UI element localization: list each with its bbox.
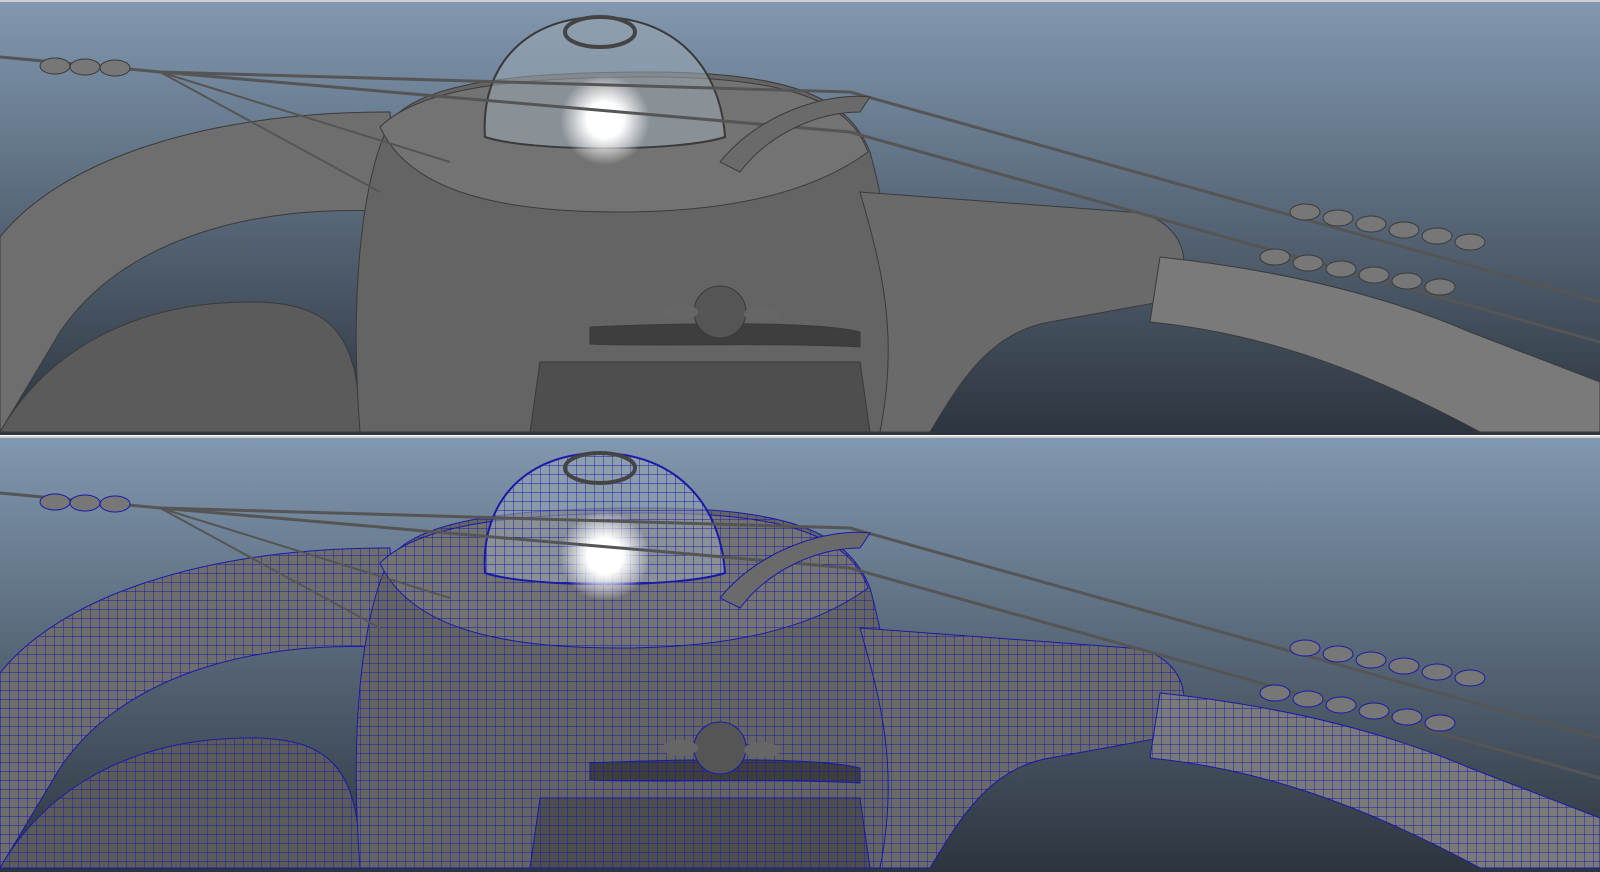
cable-bead — [39, 493, 71, 511]
cable-bead — [1391, 272, 1423, 290]
front-panel — [529, 361, 871, 433]
cable-bead — [1454, 233, 1486, 251]
porthole-sphere — [693, 721, 747, 775]
cable-bead — [1424, 278, 1456, 296]
cable-bead — [99, 59, 131, 77]
cable-bead — [1358, 702, 1390, 720]
cable-bead — [1454, 669, 1486, 687]
viewport-shaded[interactable] — [0, 0, 1600, 435]
cable-bead — [1421, 227, 1453, 245]
porthole-fin-right — [744, 742, 780, 758]
cable-bead — [39, 57, 71, 75]
cable-bead — [1259, 684, 1291, 702]
cable-bead — [1292, 254, 1324, 272]
cable-bead — [1259, 248, 1291, 266]
cable-bead — [1388, 657, 1420, 675]
cable-bead — [1421, 663, 1453, 681]
porthole-fin-right — [744, 306, 780, 322]
cable-bead — [1358, 266, 1390, 284]
cable-bead — [1424, 714, 1456, 732]
cable-bead — [1325, 696, 1357, 714]
cable-bead — [1322, 645, 1354, 663]
dome-highlight — [560, 511, 650, 601]
porthole-fin-left — [662, 740, 698, 756]
cable-bead — [69, 58, 101, 76]
cable-bead — [1289, 639, 1321, 657]
cable-bead — [1355, 651, 1387, 669]
cable-bead — [1292, 690, 1324, 708]
cable-bead — [99, 495, 131, 513]
cable-bead — [1355, 215, 1387, 233]
cable-bead — [69, 494, 101, 512]
cable-bead — [1289, 203, 1321, 221]
cable-bead — [1391, 708, 1423, 726]
viewport-wireframe[interactable] — [0, 436, 1600, 872]
cable-bead — [1325, 260, 1357, 278]
porthole-sphere — [693, 285, 747, 339]
porthole-fin-left — [662, 304, 698, 320]
dome-highlight — [560, 75, 650, 165]
cable-bead — [1322, 209, 1354, 227]
cable-bead — [1388, 221, 1420, 239]
